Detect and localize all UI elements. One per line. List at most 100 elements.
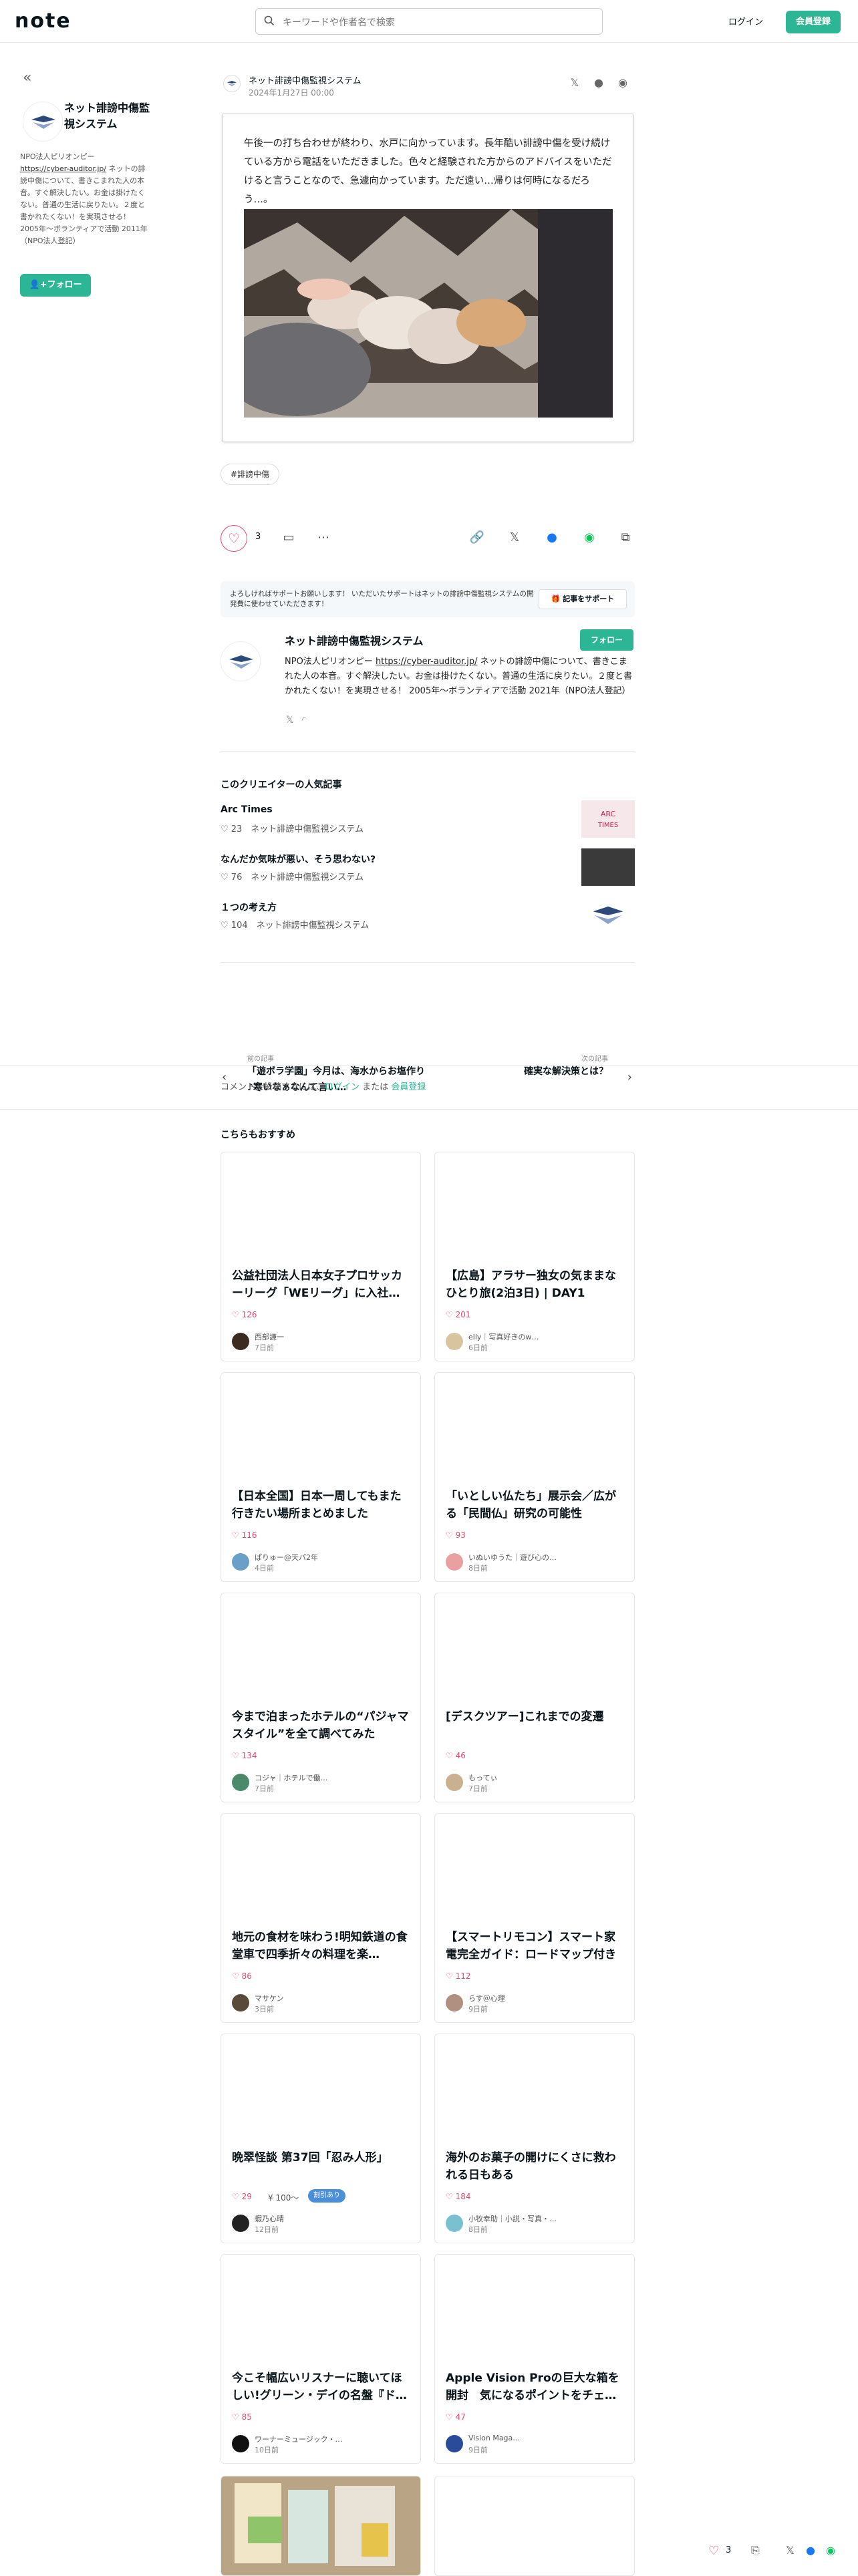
embedded-post[interactable]: 午後一の打ち合わせが終わり、水戸に向かっています。長年酷い誹謗中傷を受け続けてい…	[222, 114, 633, 442]
recommend-card[interactable]: 地元の食材を味わう!明知鉄道の食堂車で四季折々の料理を楽… ♡ 86 マサケン 3日前	[221, 1813, 421, 2023]
x-icon[interactable]: 𝕏	[286, 715, 293, 726]
profile-follow-button[interactable]: フォロー	[580, 629, 633, 651]
card-author[interactable]: いぬいゆうた｜遊び心の…	[468, 1552, 602, 1563]
line-share-icon[interactable]: ◉	[581, 530, 597, 544]
card-author-avatar[interactable]	[232, 1994, 249, 2011]
popular-item-likes: 104	[231, 921, 248, 931]
divider	[221, 751, 635, 752]
comment-icon[interactable]: ▭	[281, 530, 297, 544]
collapse-sidebar-icon[interactable]: «	[23, 69, 31, 86]
card-likes: ♡ 112	[446, 1971, 471, 1981]
card-author-avatar[interactable]	[446, 1994, 463, 2011]
rss-icon[interactable]: ◜	[302, 715, 305, 726]
author-avatar[interactable]	[223, 75, 241, 92]
follow-label: フォロー	[47, 280, 82, 290]
creator-name[interactable]: ネット誹謗中傷監視システム	[64, 100, 158, 132]
comment-text: コメントを投稿するには、	[221, 1082, 325, 1092]
like-button[interactable]: ♡	[221, 525, 247, 552]
card-author[interactable]: ワーナーミュージック・…	[255, 2434, 388, 2444]
line-icon[interactable]: ◉	[616, 76, 629, 90]
login-link[interactable]: ログイン	[728, 15, 763, 27]
x-share-icon[interactable]: 𝕏	[786, 2544, 795, 2557]
facebook-share-icon[interactable]: ●	[544, 530, 560, 544]
line-share-icon[interactable]: ◉	[826, 2544, 835, 2557]
card-author-avatar[interactable]	[446, 2215, 463, 2232]
popular-item[interactable]: なんだか気味が悪い、そう思わない? ♡ 76 ネット誹謗中傷監視システム	[221, 848, 635, 897]
next-label: 次の記事	[581, 1056, 608, 1063]
card-author-avatar[interactable]	[446, 1553, 463, 1571]
next-article-link[interactable]: 次の記事 確実な解決策とは？ ›	[428, 1043, 635, 1110]
popular-item-likes: 76	[231, 872, 243, 882]
popular-item[interactable]: Arc Times ♡ 23 ネット誹謗中傷監視システム ARC TIMES	[221, 800, 635, 848]
recommend-card[interactable]: 海外のお菓子の開けにくさに救われる日もある ♡ 184 小牧幸助｜小説・写真・… 8日…	[434, 2034, 635, 2243]
card-author-avatar[interactable]	[232, 1553, 249, 1571]
popular-item-author: ネット誹謗中傷監視システム	[256, 921, 370, 931]
card-author-avatar[interactable]	[446, 2435, 463, 2452]
search-icon	[264, 15, 275, 29]
card-author-avatar[interactable]	[232, 1774, 249, 1791]
profile-avatar[interactable]	[221, 641, 261, 681]
card-author[interactable]: マサケン	[255, 1993, 388, 2003]
author-name[interactable]: ネット誹謗中傷監視システム	[249, 73, 362, 86]
recommend-card[interactable]	[221, 2476, 421, 2576]
recommend-card[interactable]: 公益社団法人日本女子プロサッカーリーグ「WEリーグ」に入社… ♡ 126 西部謙一 7…	[221, 1152, 421, 1361]
card-author-avatar[interactable]	[446, 1774, 463, 1791]
card-author[interactable]: 蝦乃心晴	[255, 2213, 388, 2224]
card-author-avatar[interactable]	[232, 2435, 249, 2452]
card-author-avatar[interactable]	[446, 1333, 463, 1350]
card-title: 公益社団法人日本女子プロサッカーリーグ「WEリーグ」に入社…	[232, 1269, 402, 1300]
comment-signup-link[interactable]: 会員登録	[391, 1082, 426, 1092]
card-author[interactable]: 小牧幸助｜小説・写真・…	[468, 2213, 602, 2224]
bio-link[interactable]: https://cyber-auditor.jp/	[20, 164, 106, 173]
prev-next-nav: ‹ 前の記事 「遊ボラ学園」今月は、海水からお塩作り♪寒いなぁなんて言い… 次の…	[221, 1043, 635, 1112]
popular-item[interactable]: １つの考え方 ♡ 104 ネット誹謗中傷監視システム	[221, 897, 635, 945]
hashtag-chip[interactable]: #誹謗中傷	[221, 464, 280, 485]
post-date: 2024年1月27日 00:00	[249, 88, 334, 98]
comment-or: または	[360, 1082, 392, 1092]
x-share-icon[interactable]: 𝕏	[507, 530, 523, 544]
recommend-card[interactable]: 晩翠怪談 第37回「忍み人形」 ♡ 29 ¥ 100〜 割引あり 蝦乃心晴 12日前	[221, 2034, 421, 2243]
sidebar-follow-button[interactable]: 👤+フォロー	[20, 274, 91, 297]
comment-login-link[interactable]: ログイン	[325, 1082, 360, 1092]
heart-icon[interactable]: ♡	[708, 2544, 719, 2558]
prev-article-link[interactable]: ‹ 前の記事 「遊ボラ学園」今月は、海水からお塩作り♪寒いなぁなんて言い…	[221, 1043, 428, 1110]
recommend-card[interactable]: 【日本全国】日本一周してもまた行きたい場所まとめました ♡ 116 ぱりゅー@天パ2…	[221, 1372, 421, 1582]
recommend-card[interactable]: Apple Vision Proの巨大な箱を開封 気になるポイントをチェ… ♡ 4…	[434, 2254, 635, 2464]
card-like-count: 201	[455, 1310, 471, 1319]
note-logo[interactable]: note	[15, 9, 72, 33]
search-input[interactable]	[283, 14, 590, 30]
search-box[interactable]	[255, 8, 603, 35]
card-author[interactable]: 西部謙一	[255, 1331, 388, 1342]
card-author[interactable]: elly｜写真好きのw…	[468, 1331, 602, 1342]
signup-button[interactable]: 会員登録	[786, 11, 841, 33]
support-button[interactable]: 🎁 記事をサポート	[539, 589, 627, 609]
card-author[interactable]: ぱりゅー@天パ2年	[255, 1552, 388, 1563]
copy-link-icon[interactable]: 🔗	[469, 530, 485, 544]
card-author[interactable]: Vision Maga…	[468, 2434, 602, 2442]
facebook-share-icon[interactable]: ●	[806, 2544, 815, 2557]
facebook-icon[interactable]: ●	[592, 76, 605, 90]
recommend-card[interactable]: 【広島】アラサー独女の気ままなひとり旅(2泊3日) | DAY1 ♡ 201 ell…	[434, 1152, 635, 1361]
card-author[interactable]: コジャ｜ホテルで働…	[255, 1772, 388, 1783]
recommend-card[interactable]	[434, 2476, 635, 2576]
card-like-count: 29	[241, 2192, 252, 2201]
recommend-card[interactable]: 今まで泊まったホテルの“パジャマスタイル”を全て調べてみた ♡ 134 コジャ｜ホテ…	[221, 1593, 421, 1802]
recommend-card[interactable]: 今こそ幅広いリスナーに聴いてほしい!グリーン・デイの名盤『ド… ♡ 85 ワーナーミ…	[221, 2254, 421, 2464]
recommend-card[interactable]: 「いとしい仏たち」展示会／広がる「民間仏」研究の可能性 ♡ 93 いぬいゆうた｜遊び…	[434, 1372, 635, 1582]
card-author[interactable]: らす＠心理	[468, 1993, 602, 2003]
x-share-icon[interactable]: 𝕏	[568, 76, 581, 90]
card-author-avatar[interactable]	[232, 1333, 249, 1350]
more-icon[interactable]: ⋯	[315, 530, 331, 544]
card-author[interactable]: もってぃ	[468, 1772, 602, 1783]
card-author-avatar[interactable]	[232, 2215, 249, 2232]
recommend-card[interactable]: [デスクツアー]これまでの変遷 ♡ 46 もってぃ 7日前	[434, 1593, 635, 1802]
creator-avatar[interactable]	[23, 102, 63, 142]
embed-icon[interactable]: ⧉	[617, 530, 633, 544]
recommend-card[interactable]: 【スマートリモコン】スマート家電完全ガイド：ロードマップ付き【… ♡ 112 らす＠…	[434, 1813, 635, 2023]
bookmark-icon[interactable]: ⎘	[751, 2544, 760, 2557]
card-price: ¥ 100〜	[268, 2193, 299, 2203]
card-like-count: 85	[241, 2412, 252, 2422]
profile-bio-link[interactable]: https://cyber-auditor.jp/	[376, 657, 478, 667]
profile-name[interactable]: ネット誹謗中傷監視システム	[285, 632, 424, 648]
support-text: よろしければサポートお願いします！ いただいたサポートはネットの誹謗中傷監視シス…	[230, 590, 534, 608]
